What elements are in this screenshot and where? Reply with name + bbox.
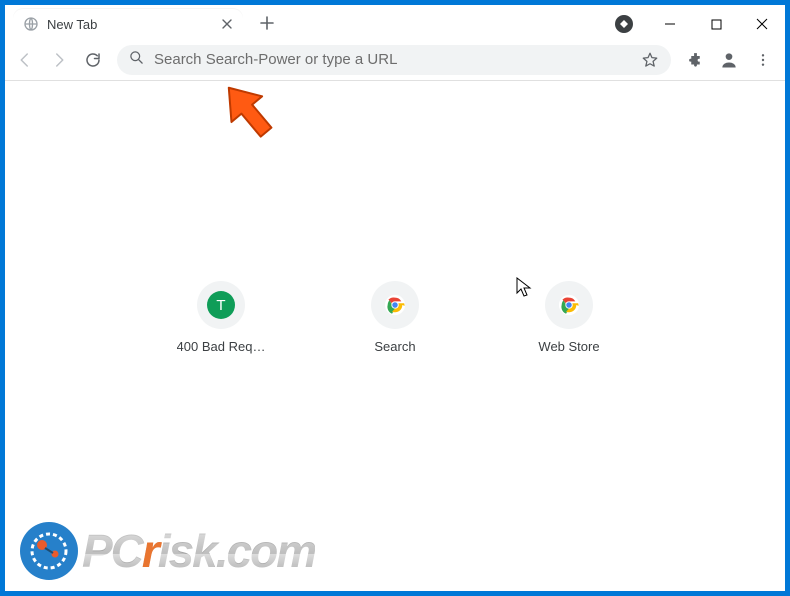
- close-window-button[interactable]: [739, 9, 785, 39]
- chrome-icon: [384, 294, 406, 316]
- shortcut-row: T 400 Bad Req… Search Web Store: [173, 281, 617, 354]
- bookmark-star-icon[interactable]: [637, 51, 663, 69]
- kebab-menu-icon[interactable]: [747, 44, 779, 76]
- watermark-badge-icon: [20, 522, 78, 580]
- new-tab-button[interactable]: [253, 9, 281, 37]
- shortcut-tile[interactable]: T 400 Bad Req…: [173, 281, 269, 354]
- watermark-text-part: PC: [82, 525, 142, 577]
- extension-indicator-icon[interactable]: [601, 9, 647, 39]
- shortcut-icon: [545, 281, 593, 329]
- shortcut-label: Search: [374, 339, 415, 354]
- shortcut-tile[interactable]: Web Store: [521, 281, 617, 354]
- forward-button[interactable]: [43, 44, 75, 76]
- globe-icon: [23, 16, 39, 32]
- watermark-text-part: isk.com: [158, 525, 315, 577]
- reload-button[interactable]: [77, 44, 109, 76]
- browser-window: New Tab: [0, 0, 790, 596]
- chrome-icon: [558, 294, 580, 316]
- toolbar: [5, 39, 785, 81]
- shortcut-label: Web Store: [538, 339, 599, 354]
- tab-close-button[interactable]: [219, 16, 235, 32]
- titlebar: New Tab: [5, 5, 785, 39]
- pcrisk-watermark: PCrisk.com: [20, 522, 315, 580]
- back-button[interactable]: [9, 44, 41, 76]
- profile-avatar-icon[interactable]: [713, 44, 745, 76]
- watermark-text: PCrisk.com: [82, 524, 315, 578]
- omnibox[interactable]: [117, 45, 671, 75]
- shortcut-icon: T: [197, 281, 245, 329]
- window-controls: [647, 9, 785, 39]
- extensions-icon[interactable]: [679, 44, 711, 76]
- shortcut-tile[interactable]: Search: [347, 281, 443, 354]
- maximize-button[interactable]: [693, 9, 739, 39]
- newtab-content: T 400 Bad Req… Search Web Store: [10, 81, 780, 586]
- minimize-button[interactable]: [647, 9, 693, 39]
- tab-title: New Tab: [47, 17, 211, 32]
- letter-icon: T: [207, 291, 235, 319]
- shortcut-icon: [371, 281, 419, 329]
- browser-tab[interactable]: New Tab: [13, 9, 243, 39]
- search-icon: [129, 50, 144, 70]
- address-input[interactable]: [154, 51, 627, 68]
- shortcut-label: 400 Bad Req…: [177, 339, 266, 354]
- watermark-text-part: r: [142, 525, 158, 577]
